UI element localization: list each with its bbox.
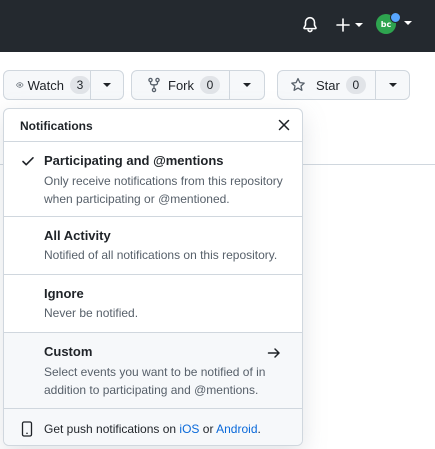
footer-joiner: or <box>199 422 217 436</box>
footer-prefix: Get push notifications on <box>44 422 180 436</box>
option-ignore[interactable]: Ignore Never be notified. <box>4 275 302 333</box>
fork-icon <box>148 77 160 93</box>
global-header: bc <box>0 0 435 52</box>
chevron-down-icon <box>355 23 363 27</box>
notifications-menu-title: Notifications <box>20 119 93 133</box>
push-notifications-footer: Get push notifications on iOS or Android… <box>4 409 302 445</box>
star-count: 0 <box>345 76 366 94</box>
bell-icon[interactable] <box>299 14 321 36</box>
chevron-down-icon <box>388 83 397 87</box>
footer-suffix: . <box>257 422 261 436</box>
create-new-button[interactable] <box>333 14 365 36</box>
eye-icon <box>16 82 24 88</box>
chevron-down-icon <box>243 83 251 87</box>
option-title: Participating and @mentions <box>44 153 224 168</box>
arrow-right-icon <box>267 348 280 358</box>
fork-label: Fork <box>168 77 194 93</box>
option-title: Ignore <box>44 286 84 301</box>
plus-icon <box>336 18 350 32</box>
option-title: Custom <box>44 344 93 359</box>
star-dropdown-button[interactable] <box>375 70 410 100</box>
option-participating[interactable]: Participating and @mentions Only receive… <box>4 142 302 217</box>
close-icon[interactable] <box>276 117 292 133</box>
fork-button[interactable]: Fork 0 <box>131 70 230 100</box>
option-description: Never be notified. <box>44 306 139 320</box>
notifications-menu-header: Notifications <box>4 109 302 142</box>
push-notifications-text: Get push notifications on iOS or Android… <box>44 422 261 436</box>
chevron-down-icon <box>404 21 412 25</box>
option-all-activity[interactable]: All Activity Notified of all notificatio… <box>4 217 302 275</box>
ios-link[interactable]: iOS <box>179 422 199 436</box>
watch-button[interactable]: Watch 3 <box>3 70 91 100</box>
status-dot <box>390 12 401 23</box>
star-button[interactable]: Star 0 <box>277 70 376 100</box>
option-description: Select events you want to be notified of… <box>44 365 266 397</box>
option-description: Only receive notifications from this rep… <box>44 174 283 206</box>
option-title: All Activity <box>44 228 111 243</box>
fork-dropdown-button[interactable] <box>229 70 265 100</box>
star-icon <box>291 77 305 91</box>
notifications-menu: Notifications Participating and @mention… <box>3 108 303 446</box>
device-mobile-icon <box>21 421 33 437</box>
user-menu-button[interactable]: bc <box>376 12 414 38</box>
watch-dropdown-button[interactable] <box>90 70 124 100</box>
watch-label: Watch <box>27 77 64 93</box>
star-label: Star <box>316 77 340 93</box>
chevron-down-icon <box>103 83 111 87</box>
android-link[interactable]: Android <box>216 422 257 436</box>
option-description: Notified of all notifications on this re… <box>44 248 278 262</box>
check-icon <box>22 157 34 166</box>
fork-count: 0 <box>200 76 220 94</box>
watch-count: 3 <box>70 76 90 94</box>
option-custom[interactable]: Custom Select events you want to be noti… <box>4 333 302 409</box>
